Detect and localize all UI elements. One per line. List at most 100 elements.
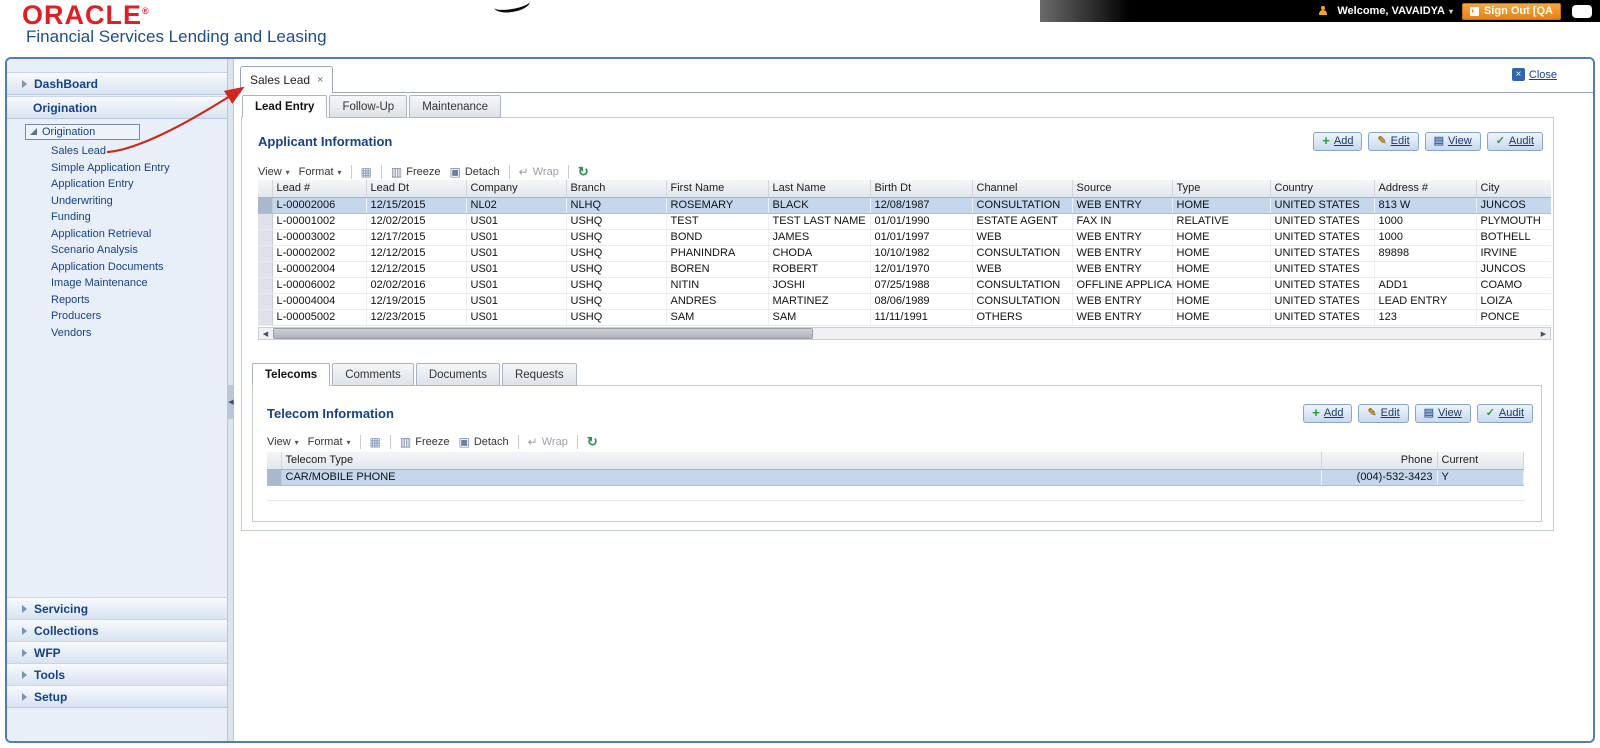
column-header[interactable]: Birth Dt bbox=[870, 180, 973, 198]
scroll-left-button[interactable]: ◀ bbox=[259, 328, 272, 339]
action-button[interactable]: Audit bbox=[1476, 403, 1533, 423]
tree-node-origination[interactable]: Origination bbox=[25, 123, 141, 140]
tab-close-icon[interactable]: × bbox=[317, 74, 323, 86]
refresh-icon[interactable]: ↻ bbox=[587, 434, 598, 450]
wrap-button[interactable]: ↵ Wrap bbox=[528, 435, 568, 449]
tree-item[interactable]: Application Entry bbox=[7, 176, 227, 193]
expand-icon[interactable] bbox=[30, 128, 37, 135]
column-header[interactable]: Type bbox=[1172, 180, 1271, 198]
tree-item[interactable]: Image Maintenance bbox=[7, 275, 227, 292]
detail-tab[interactable]: Telecoms bbox=[252, 363, 331, 386]
column-header[interactable]: Telecom Type bbox=[281, 452, 1322, 470]
sidebar-section-origination[interactable]: Origination bbox=[7, 96, 227, 119]
row-selector[interactable] bbox=[258, 245, 273, 262]
sidebar-section[interactable]: Tools bbox=[7, 663, 227, 686]
table-row[interactable]: L-00001002 12/02/2015 US01 USHQ TEST TEST LAS… bbox=[258, 213, 1551, 230]
tree-item[interactable]: Underwriting bbox=[7, 193, 227, 210]
table-row[interactable]: CAR/MOBILE PHONE (004)-532-3423 Y bbox=[267, 469, 1524, 486]
wrap-button[interactable]: ↵ Wrap bbox=[519, 165, 559, 179]
column-header[interactable]: Lead # bbox=[272, 180, 367, 198]
tab-sales-lead[interactable]: Sales Lead × bbox=[240, 66, 334, 93]
tree-item[interactable]: Reports bbox=[7, 292, 227, 309]
row-selector[interactable] bbox=[267, 469, 282, 486]
action-button[interactable]: Edit bbox=[1368, 131, 1419, 151]
scrollbar-thumb[interactable] bbox=[273, 328, 813, 339]
column-header[interactable]: Branch bbox=[566, 180, 667, 198]
export-grid-icon[interactable]: ▦ bbox=[361, 165, 372, 179]
detail-tab[interactable]: Requests bbox=[501, 363, 577, 386]
tree-item[interactable]: Scenario Analysis bbox=[7, 242, 227, 259]
tree-item[interactable]: Simple Application Entry bbox=[7, 160, 227, 177]
scrollbar-track[interactable] bbox=[272, 328, 1537, 339]
column-header[interactable]: Address # bbox=[1374, 180, 1477, 198]
horizontal-scrollbar[interactable]: ◀ ▶ bbox=[258, 327, 1551, 340]
tree-item[interactable]: Application Retrieval bbox=[7, 226, 227, 243]
table-row[interactable]: L-00002002 12/12/2015 US01 USHQ PHANINDRA CHO… bbox=[258, 245, 1551, 262]
column-header[interactable]: Lead Dt bbox=[366, 180, 467, 198]
column-header[interactable]: Source bbox=[1072, 180, 1173, 198]
freeze-button[interactable]: ▥ Freeze bbox=[391, 165, 441, 179]
chat-icon[interactable] bbox=[1572, 4, 1592, 18]
freeze-button[interactable]: ▥ Freeze bbox=[400, 435, 450, 449]
sidebar-section[interactable]: Setup bbox=[7, 685, 227, 708]
table-cell: 813 W bbox=[1374, 197, 1477, 214]
detail-tab[interactable]: Documents bbox=[415, 363, 500, 386]
subtab[interactable]: Maintenance bbox=[409, 95, 502, 118]
column-header[interactable]: Current bbox=[1437, 452, 1524, 470]
table-row[interactable]: L-00002006 12/15/2015 NL02 NLHQ ROSEMARY BLAC… bbox=[258, 197, 1551, 214]
column-header[interactable]: Last Name bbox=[768, 180, 871, 198]
tree-item[interactable]: Producers bbox=[7, 308, 227, 325]
tree-item[interactable]: Vendors bbox=[7, 325, 227, 342]
row-selector[interactable] bbox=[258, 261, 273, 278]
refresh-icon[interactable]: ↻ bbox=[578, 164, 589, 180]
column-header[interactable]: First Name bbox=[666, 180, 769, 198]
action-button[interactable]: View bbox=[1414, 403, 1471, 423]
sidebar-section[interactable]: Servicing bbox=[7, 597, 227, 620]
row-selector[interactable] bbox=[258, 293, 273, 310]
sign-out-button[interactable]: Sign Out [QA bbox=[1461, 2, 1561, 20]
table-cell: 1000 bbox=[1374, 229, 1477, 246]
view-menu[interactable]: View ▾ bbox=[267, 436, 299, 448]
table-row[interactable]: L-00005002 12/23/2015 US01 USHQ SAM SAM 11/11/… bbox=[258, 309, 1551, 326]
column-header[interactable]: Company bbox=[466, 180, 567, 198]
row-selector[interactable] bbox=[258, 213, 273, 230]
sidebar-section[interactable]: Collections bbox=[7, 619, 227, 642]
view-menu[interactable]: View ▾ bbox=[258, 166, 290, 178]
table-cell: BOTHELL bbox=[1476, 229, 1551, 246]
action-button[interactable]: Add bbox=[1303, 403, 1353, 423]
column-header[interactable]: Phone bbox=[1321, 452, 1438, 470]
table-row[interactable]: L-00002004 12/12/2015 US01 USHQ BOREN ROBERT 1… bbox=[258, 261, 1551, 278]
tree-item[interactable]: Funding bbox=[7, 209, 227, 226]
detach-button[interactable]: ▣ Detach bbox=[458, 435, 508, 449]
sidebar-section-dashboard[interactable]: DashBoard bbox=[7, 72, 227, 95]
column-header[interactable]: Channel bbox=[972, 180, 1073, 198]
detail-tab[interactable]: Comments bbox=[332, 363, 414, 386]
detach-button[interactable]: ▣ Detach bbox=[449, 165, 499, 179]
subtab[interactable]: Follow-Up bbox=[329, 95, 408, 118]
table-row[interactable]: L-00006002 02/02/2016 US01 USHQ NITIN JOSHI 07… bbox=[258, 277, 1551, 294]
action-button[interactable]: Audit bbox=[1486, 131, 1543, 151]
format-menu[interactable]: Format ▾ bbox=[308, 436, 351, 448]
tree-item[interactable]: Sales Lead bbox=[7, 143, 227, 160]
row-selector[interactable] bbox=[258, 197, 273, 214]
row-selector[interactable] bbox=[258, 309, 273, 326]
row-selector[interactable] bbox=[258, 229, 273, 246]
table-cell: 12/15/2015 bbox=[366, 197, 467, 214]
row-selector[interactable] bbox=[258, 277, 273, 294]
format-menu[interactable]: Format ▾ bbox=[299, 166, 342, 178]
table-row[interactable]: L-00003002 12/17/2015 US01 USHQ BOND JAMES 01/… bbox=[258, 229, 1551, 246]
action-button[interactable]: Add bbox=[1313, 131, 1363, 151]
close-button[interactable]: × Close bbox=[1511, 68, 1557, 81]
table-row[interactable]: L-00004004 12/19/2015 US01 USHQ ANDRES MARTIN… bbox=[258, 293, 1551, 310]
export-grid-icon[interactable]: ▦ bbox=[370, 435, 381, 449]
column-header[interactable]: Country bbox=[1270, 180, 1375, 198]
column-header[interactable]: City bbox=[1476, 180, 1551, 198]
sidebar-section[interactable]: WFP bbox=[7, 641, 227, 664]
scroll-right-button[interactable]: ▶ bbox=[1537, 328, 1550, 339]
action-button[interactable]: View bbox=[1424, 131, 1481, 151]
tree-item[interactable]: Application Documents bbox=[7, 259, 227, 276]
action-button[interactable]: Edit bbox=[1358, 403, 1409, 423]
subtab[interactable]: Lead Entry bbox=[242, 95, 328, 118]
welcome-menu[interactable]: Welcome, VAVAIDYA ▾ bbox=[1337, 5, 1453, 17]
splitter[interactable]: ◀ bbox=[227, 59, 235, 741]
